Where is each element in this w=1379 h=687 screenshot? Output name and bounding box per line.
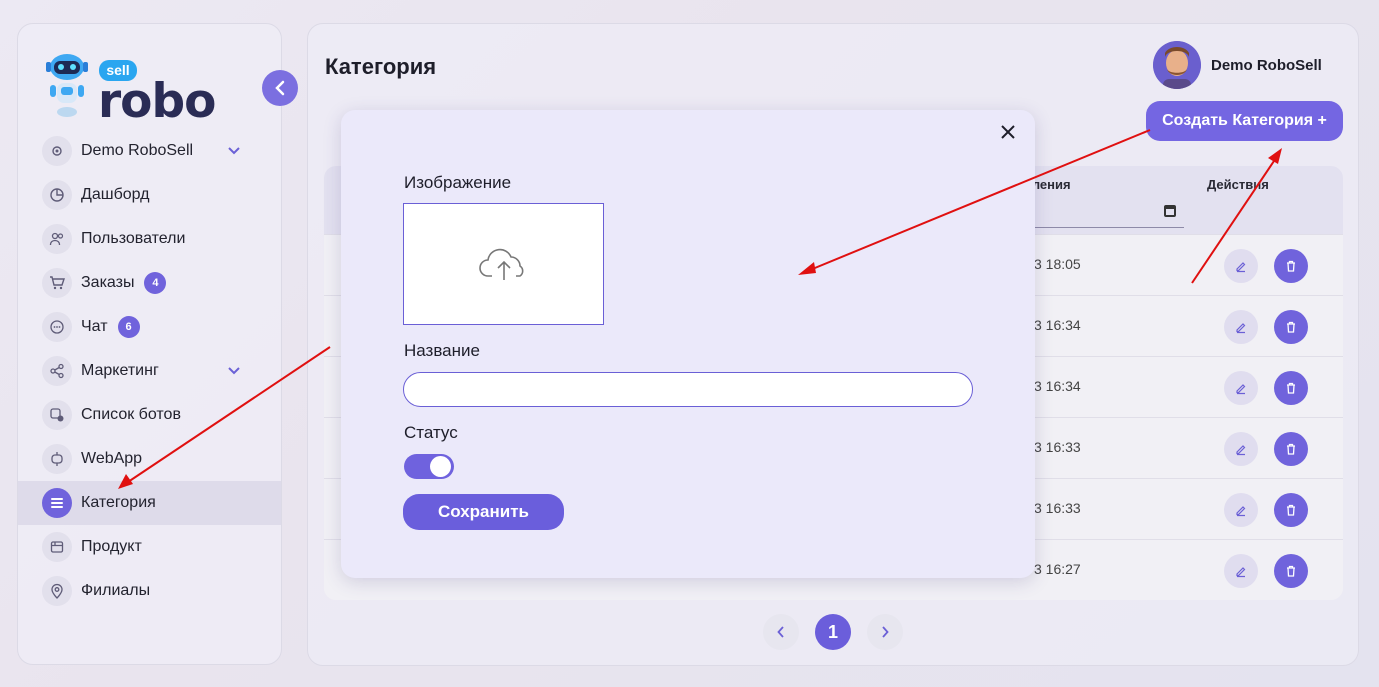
chevron-down-icon xyxy=(228,142,240,160)
sidebar-item-label: Дашборд xyxy=(81,186,150,203)
category-name-input[interactable] xyxy=(403,372,973,407)
pencil-icon xyxy=(1236,506,1246,517)
user-profile[interactable]: Demo RoboSell xyxy=(1153,41,1322,89)
robosell-logo[interactable]: sell robo xyxy=(42,50,216,129)
sidebar-item-product[interactable]: Продукт xyxy=(18,525,281,569)
create-category-modal: Изображение Название Статус Сохранить xyxy=(341,110,1035,578)
pie-chart-icon xyxy=(42,180,72,210)
delete-button[interactable] xyxy=(1274,554,1308,588)
delete-button[interactable] xyxy=(1274,249,1308,283)
chevron-left-icon xyxy=(275,80,285,96)
date-filter-input[interactable]: гг xyxy=(1024,202,1184,228)
user-name: Demo RoboSell xyxy=(1211,56,1322,74)
bot-list-icon xyxy=(42,400,72,430)
row-date: 3 18:05 xyxy=(1034,256,1081,272)
edit-button[interactable] xyxy=(1224,371,1258,405)
toggle-knob xyxy=(430,456,451,477)
pencil-icon xyxy=(1236,384,1246,395)
pencil-icon xyxy=(1236,262,1246,273)
cloud-upload-icon xyxy=(478,248,523,280)
chevron-right-icon xyxy=(882,626,889,638)
sidebar-item-category[interactable]: Категория xyxy=(18,481,281,525)
sidebar-item-webapp[interactable]: WebApp xyxy=(18,437,281,481)
share-icon xyxy=(42,356,72,386)
edit-button[interactable] xyxy=(1224,493,1258,527)
page-title: Категория xyxy=(325,54,437,79)
trash-icon xyxy=(1287,565,1295,577)
sidebar-item-label: Пользователи xyxy=(81,230,186,247)
sidebar-item-label: Продукт xyxy=(81,538,142,555)
orders-count-badge: 4 xyxy=(144,272,167,294)
status-toggle[interactable] xyxy=(404,454,454,479)
pencil-icon xyxy=(1236,323,1246,334)
edit-button[interactable] xyxy=(1224,432,1258,466)
delete-button[interactable] xyxy=(1274,310,1308,344)
image-label: Изображение xyxy=(404,173,512,192)
sidebar-item-label: WebApp xyxy=(81,450,143,467)
pencil-icon xyxy=(1236,445,1246,456)
cart-icon xyxy=(42,268,72,298)
sidebar-item-demo-robosell[interactable]: Demo RoboSell xyxy=(18,129,281,173)
trash-icon xyxy=(1287,321,1295,333)
list-icon xyxy=(42,488,72,518)
location-pin-icon xyxy=(42,576,72,606)
delete-button[interactable] xyxy=(1274,371,1308,405)
robot-mascot-icon xyxy=(46,54,88,117)
trash-icon xyxy=(1287,382,1295,394)
pagination: 1 xyxy=(763,614,919,650)
actions-column-header: Действия xyxy=(1207,177,1269,192)
delete-button[interactable] xyxy=(1274,493,1308,527)
status-label: Статус xyxy=(404,423,458,442)
sidebar-item-marketing[interactable]: Маркетинг xyxy=(18,349,281,393)
row-date: 3 16:34 xyxy=(1034,317,1081,333)
webapp-icon xyxy=(42,444,72,474)
sidebar-item-orders[interactable]: Заказы 4 xyxy=(18,261,281,305)
pencil-icon xyxy=(1236,567,1246,578)
row-date: 3 16:33 xyxy=(1034,439,1081,455)
bot-settings-icon xyxy=(42,136,72,166)
sidebar-item-label: Категория xyxy=(81,494,156,511)
name-label: Название xyxy=(404,341,480,360)
box-icon xyxy=(42,532,72,562)
sidebar-collapse-button[interactable] xyxy=(262,70,298,106)
delete-button[interactable] xyxy=(1274,432,1308,466)
avatar xyxy=(1153,41,1201,89)
chat-icon xyxy=(42,312,72,342)
sidebar: sell robo Demo RoboSell Дашборд Пользова… xyxy=(17,23,282,665)
create-category-button[interactable]: Создать Категория + xyxy=(1146,101,1343,141)
sidebar-item-label: Demo RoboSell xyxy=(81,142,194,159)
trash-icon xyxy=(1287,504,1295,516)
row-date: 3 16:33 xyxy=(1034,500,1081,516)
chevron-left-icon xyxy=(777,626,784,638)
sidebar-item-chat[interactable]: Чат 6 xyxy=(18,305,281,349)
row-date: 3 16:34 xyxy=(1034,378,1081,394)
page-number-button[interactable]: 1 xyxy=(815,614,851,650)
chat-count-badge: 6 xyxy=(117,316,140,338)
close-icon[interactable] xyxy=(998,122,1018,142)
sidebar-item-dashboard[interactable]: Дашборд xyxy=(18,173,281,217)
prev-page-button[interactable] xyxy=(763,614,799,650)
sidebar-item-users[interactable]: Пользователи xyxy=(18,217,281,261)
trash-icon xyxy=(1287,260,1295,272)
edit-button[interactable] xyxy=(1224,554,1258,588)
sidebar-item-branches[interactable]: Филиалы xyxy=(18,569,281,613)
save-button[interactable]: Сохранить xyxy=(403,494,564,530)
sidebar-item-label: Список ботов xyxy=(81,406,181,423)
sidebar-item-label: Заказы xyxy=(81,274,135,291)
chevron-down-icon xyxy=(228,362,240,380)
next-page-button[interactable] xyxy=(867,614,903,650)
row-date: 3 16:27 xyxy=(1034,561,1081,577)
sidebar-item-label: Чат xyxy=(81,318,108,335)
image-upload-area[interactable] xyxy=(403,203,604,325)
users-icon xyxy=(42,224,72,254)
sidebar-item-label: Маркетинг xyxy=(81,362,159,379)
sidebar-item-bot-list[interactable]: Список ботов xyxy=(18,393,281,437)
logo-wordmark: robo xyxy=(98,74,216,129)
edit-button[interactable] xyxy=(1224,249,1258,283)
sidebar-item-label: Филиалы xyxy=(81,582,151,599)
edit-button[interactable] xyxy=(1224,310,1258,344)
calendar-icon[interactable] xyxy=(1164,205,1176,217)
trash-icon xyxy=(1287,443,1295,455)
